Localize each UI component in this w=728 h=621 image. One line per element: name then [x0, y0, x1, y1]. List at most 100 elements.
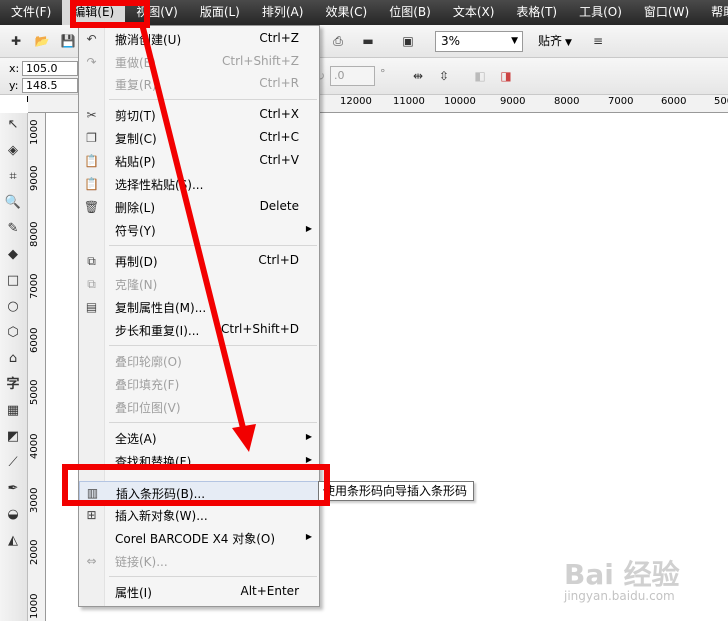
menu-item-select-all[interactable]: 全选(A) ▶ [79, 427, 319, 449]
outline-pen-icon[interactable]: ✒ [4, 479, 22, 497]
menu-item-symbol[interactable]: 符号(Y) ▶ [79, 219, 319, 241]
snap-to-button[interactable]: 贴齐 ▼ [538, 31, 572, 54]
ellipse-tool-icon[interactable]: ○ [4, 297, 22, 315]
menu-item-corel-barcode-object[interactable]: Corel BARCODE X4 对象(O) ▶ [79, 527, 319, 549]
menu-item-shortcut: Ctrl+Z [259, 31, 299, 45]
menu-item-delete[interactable]: 🗑 删除(L) Delete [79, 196, 319, 218]
menu-window[interactable]: 窗口(W) [633, 0, 700, 25]
mirror-horizontal-icon[interactable]: ⇹ [410, 68, 426, 84]
fill-tool-icon[interactable]: ◒ [4, 505, 22, 523]
menu-item-copy-properties[interactable]: ▤ 复制属性自(M)... [79, 296, 319, 318]
y-position-field[interactable]: 148.5 mm [22, 78, 78, 105]
menu-item-label: 剪切(T) [115, 109, 156, 123]
menu-item-label: 链接(K)... [115, 555, 168, 569]
open-folder-icon[interactable]: 📂 [34, 33, 50, 49]
menu-tools[interactable]: 工具(O) [568, 0, 633, 25]
rectangle-tool-icon[interactable]: □ [4, 271, 22, 289]
menu-item-label: 重做(E) [115, 56, 156, 70]
menu-item-label: 复制属性自(M)... [115, 301, 207, 315]
menu-item-label: 再制(D) [115, 255, 158, 269]
x-position-field[interactable]: 105.0 mm [22, 61, 78, 88]
menu-help[interactable]: 帮助(H) [700, 0, 728, 25]
menu-item-shortcut: Ctrl+D [258, 253, 299, 267]
trash-icon: 🗑 [83, 200, 100, 214]
duplicate-icon: ⧉ [87, 253, 96, 268]
zoom-select[interactable]: 3% ▼ [435, 31, 523, 52]
polygon-tool-icon[interactable]: ⬡ [4, 323, 22, 341]
ruler-tick: 11000 [393, 96, 425, 107]
menu-item-repeat[interactable]: 重复(R) Ctrl+R [79, 73, 319, 95]
interactive-blend-icon[interactable]: ◩ [4, 427, 22, 445]
ole-link-icon: ⇔ [86, 554, 97, 568]
pick-tool-icon[interactable]: ↖ [4, 115, 22, 133]
zoom-value: 3% [441, 34, 461, 48]
welcome-screen-icon[interactable]: ▣ [400, 33, 416, 49]
menu-effects[interactable]: 效果(C) [314, 0, 378, 25]
new-document-icon[interactable]: ✚ [8, 33, 24, 49]
rotation-angle-field[interactable]: .0 [330, 66, 375, 86]
menu-item-overprint-bitmap[interactable]: 叠印位图(V) [79, 396, 319, 418]
menu-separator [109, 245, 317, 246]
smart-fill-icon[interactable]: ◆ [4, 245, 22, 263]
menu-item-links[interactable]: ⇔ 链接(K)... [79, 550, 319, 572]
menu-table[interactable]: 表格(T) [505, 0, 568, 25]
freehand-tool-icon[interactable]: ✎ [4, 219, 22, 237]
menu-item-clone[interactable]: ⧉ 克隆(N) [79, 273, 319, 295]
menu-item-insert-new-object[interactable]: ⊞ 插入新对象(W)... [79, 504, 319, 526]
tooltip: 使用条形码向导插入条形码 [318, 481, 474, 501]
menu-item-paste[interactable]: 📋 粘贴(P) Ctrl+V [79, 150, 319, 172]
menu-text[interactable]: 文本(X) [442, 0, 506, 25]
menu-item-paste-special[interactable]: 📋 选择性粘贴(S)... [79, 173, 319, 195]
menu-item-redo[interactable]: ↷ 重做(E) Ctrl+Shift+Z [79, 51, 319, 73]
ruler-tick: 9000 [29, 165, 40, 191]
clipboard-icon: 📋 [84, 154, 99, 168]
menu-item-shortcut: Ctrl+V [259, 153, 299, 167]
menu-item-undo-create[interactable]: ↶ 撤消创建(U) Ctrl+Z [79, 28, 319, 50]
submenu-arrow-icon: ▶ [305, 532, 312, 541]
crop-tool-icon[interactable]: ⌗ [4, 167, 22, 185]
menu-item-label: 删除(L) [115, 201, 156, 215]
text-tool-icon[interactable]: 字 [4, 373, 22, 392]
to-back-icon[interactable]: ◨ [498, 68, 514, 84]
export-icon[interactable]: ⎙ [330, 33, 346, 49]
ruler-tick: 7000 [29, 273, 40, 299]
table-tool-icon[interactable]: ▦ [4, 401, 22, 419]
eyedropper-icon[interactable]: ⟋ [4, 453, 22, 471]
menu-item-label: 全选(A) [115, 432, 157, 446]
menu-bitmaps[interactable]: 位图(B) [378, 0, 442, 25]
menu-arrange[interactable]: 排列(A) [251, 0, 315, 25]
shape-tool-icon[interactable]: ◈ [4, 141, 22, 159]
application-launcher-icon[interactable]: ▬ [360, 33, 376, 49]
ruler-tick: 8000 [29, 221, 40, 247]
copy-properties-icon: ▤ [85, 300, 98, 314]
menu-file[interactable]: 文件(F) [0, 0, 62, 25]
menu-item-duplicate[interactable]: ⧉ 再制(D) Ctrl+D [79, 250, 319, 272]
menu-item-step-repeat[interactable]: 步长和重复(I)... Ctrl+Shift+D [79, 319, 319, 341]
degree-symbol: ° [380, 67, 386, 80]
menu-item-properties[interactable]: 属性(I) Alt+Enter [79, 581, 319, 603]
menu-item-label: 属性(I) [115, 586, 152, 600]
menu-layout[interactable]: 版面(L) [189, 0, 251, 25]
interactive-fill-icon[interactable]: ◭ [4, 531, 22, 549]
menu-item-shortcut: Alt+Enter [240, 584, 299, 598]
menu-item-overprint-outline[interactable]: 叠印轮廓(O) [79, 350, 319, 372]
menu-item-label: 复制(C) [115, 132, 157, 146]
zoom-tool-icon[interactable]: 🔍 [4, 193, 22, 211]
options-icon[interactable]: ≡ [590, 33, 606, 49]
submenu-arrow-icon: ▶ [305, 432, 312, 441]
watermark-brand: Bai 经验 [564, 558, 680, 591]
ruler-tick: 10000 [444, 96, 476, 107]
menu-item-shortcut: Delete [259, 199, 299, 213]
chevron-down-icon: ▼ [565, 38, 572, 48]
redo-icon: ↷ [86, 55, 97, 69]
to-front-icon[interactable]: ◧ [472, 68, 488, 84]
menu-item-overprint-fill[interactable]: 叠印填充(F) [79, 373, 319, 395]
mirror-vertical-icon[interactable]: ⇳ [436, 68, 452, 84]
save-icon[interactable]: 💾 [60, 33, 76, 49]
submenu-arrow-icon: ▶ [305, 224, 312, 233]
menu-item-label: 选择性粘贴(S)... [115, 178, 204, 192]
menu-item-copy[interactable]: ❐ 复制(C) Ctrl+C [79, 127, 319, 149]
menu-item-cut[interactable]: ✂ 剪切(T) Ctrl+X [79, 104, 319, 126]
basic-shapes-icon[interactable]: ⌂ [4, 349, 22, 367]
submenu-arrow-icon: ▶ [305, 455, 312, 464]
